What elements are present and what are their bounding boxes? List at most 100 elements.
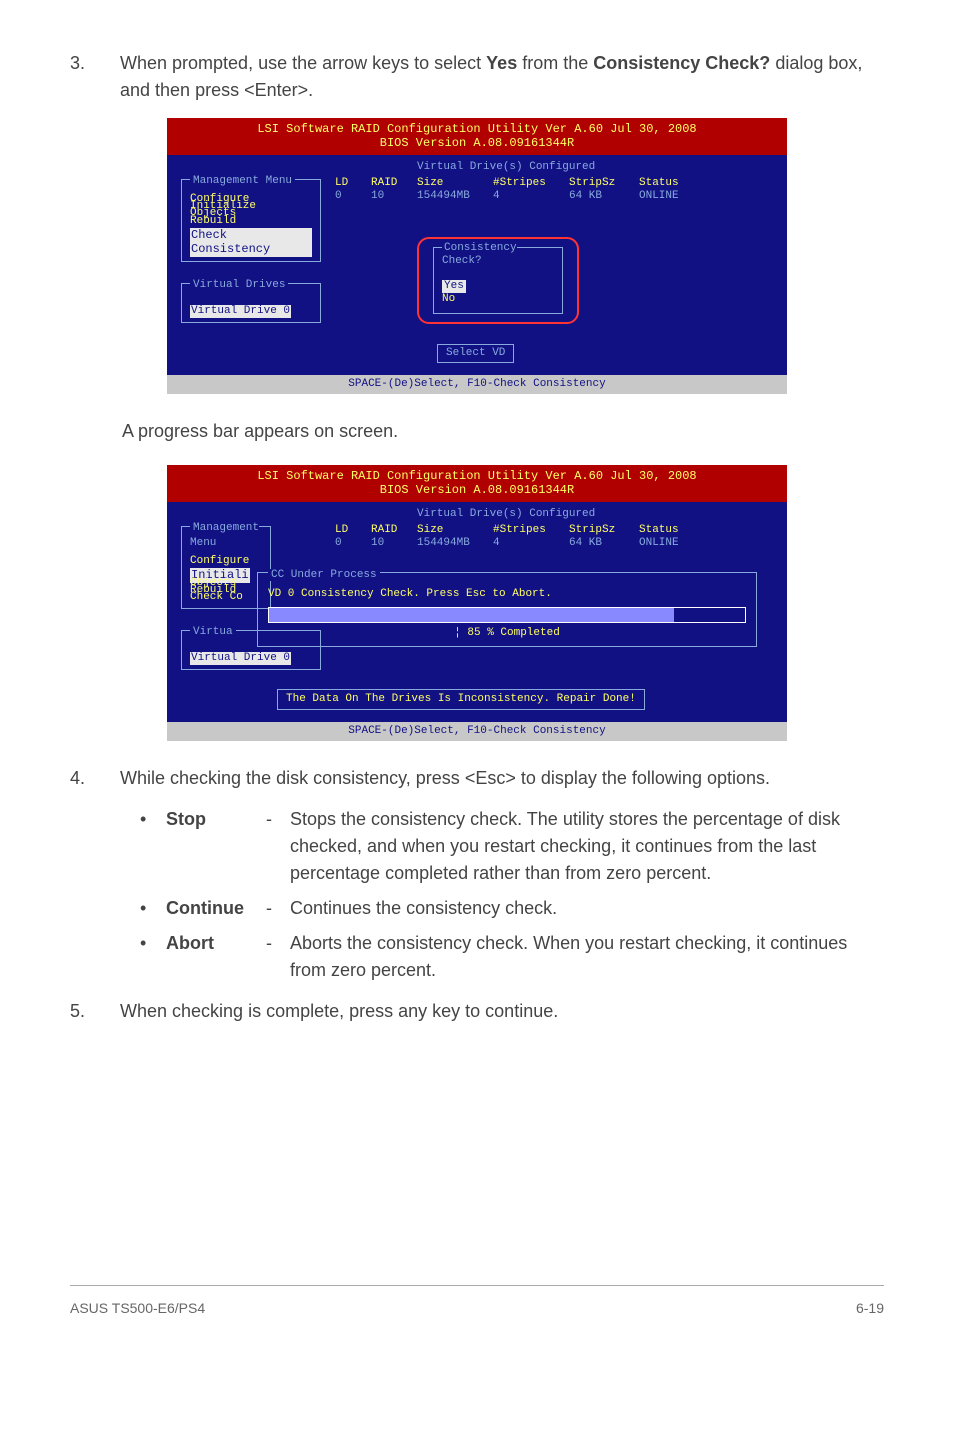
- dlg-no: No: [442, 293, 554, 306]
- footer-left: ASUS TS500-E6/PS4: [70, 1298, 205, 1319]
- dash: -: [266, 806, 290, 887]
- bullet: •: [140, 895, 166, 922]
- vd-title: Virtual Drives: [190, 279, 288, 291]
- table-row: 010154494MB464 KBONLINE: [335, 190, 699, 203]
- progress-percent: ¦ 85 % Completed: [268, 627, 746, 640]
- vd-item: Virtual Drive 0: [190, 652, 291, 665]
- dlg-yes: Yes: [442, 280, 466, 293]
- bios-screenshot-2: LSI Software RAID Configuration Utility …: [167, 465, 787, 741]
- bios-title: LSI Software RAID Configuration Utility …: [167, 122, 787, 136]
- virtual-drives-box: Virtual Drives Virtual Drive 0: [181, 283, 321, 323]
- table-header: LDRAIDSize#StripesStripSzStatus: [335, 524, 699, 537]
- opt-name: Abort: [166, 930, 266, 984]
- th: RAID: [371, 524, 417, 537]
- td: 64 KB: [569, 537, 639, 550]
- bios-title: LSI Software RAID Configuration Utility …: [167, 469, 787, 483]
- name: Continue: [166, 898, 244, 918]
- progress-box: CC Under Process VD 0 Consistency Check.…: [257, 572, 757, 648]
- progress-title: CC Under Process: [268, 569, 380, 581]
- option-stop: • Stop - Stops the consistency check. Th…: [140, 806, 884, 887]
- th: #Stripes: [493, 524, 569, 537]
- progress-bar: [268, 607, 746, 623]
- td: ONLINE: [639, 537, 699, 550]
- t: from the: [517, 53, 593, 73]
- vd-item: Virtual Drive 0: [190, 305, 291, 318]
- th: Status: [639, 177, 699, 190]
- th: #Stripes: [493, 177, 569, 190]
- bios-footer: SPACE-(De)Select, F10-Check Consistency: [167, 375, 787, 394]
- td: 10: [371, 537, 417, 550]
- t: When prompted, use the arrow keys to sel…: [120, 53, 486, 73]
- bios-header: LSI Software RAID Configuration Utility …: [167, 465, 787, 502]
- td: 154494MB: [417, 537, 493, 550]
- bios-subtitle: BIOS Version A.08.09161344R: [167, 483, 787, 497]
- step-4: 4. While checking the disk consistency, …: [70, 765, 884, 792]
- td: 4: [493, 537, 569, 550]
- th: Status: [639, 524, 699, 537]
- bios-body: Management Menu Configure Initiali Objec…: [167, 502, 787, 722]
- menu-item: Configure: [190, 555, 262, 568]
- cc-word: Consistency Check?: [593, 53, 770, 73]
- repair-message: The Data On The Drives Is Inconsistency.…: [277, 689, 645, 710]
- th: LD: [335, 177, 371, 190]
- vd-table: LDRAIDSize#StripesStripSzStatus 01015449…: [335, 524, 699, 550]
- td: 4: [493, 190, 569, 203]
- td: ONLINE: [639, 190, 699, 203]
- step-text: When checking is complete, press any key…: [120, 998, 884, 1025]
- step-text: While checking the disk consistency, pre…: [120, 765, 884, 792]
- opt-name: Stop: [166, 806, 266, 887]
- td: 0: [335, 190, 371, 203]
- bullet: •: [140, 806, 166, 887]
- td: 10: [371, 190, 417, 203]
- td: 64 KB: [569, 190, 639, 203]
- bios-body: Management Menu Configure Initialize Obj…: [167, 155, 787, 375]
- th: Size: [417, 524, 493, 537]
- opt-text: Stops the consistency check. The utility…: [290, 806, 884, 887]
- step-number: 4.: [70, 765, 120, 792]
- cfg-title: Virtual Drive(s) Configured: [417, 161, 595, 174]
- name: Abort: [166, 933, 214, 953]
- bios-header: LSI Software RAID Configuration Utility …: [167, 118, 787, 155]
- consistency-dialog: Consistency Check? Yes No: [433, 247, 563, 314]
- table-header: LDRAIDSize#StripesStripSzStatus: [335, 177, 699, 190]
- dlg-title: Consistency Check?: [442, 242, 517, 267]
- name: Stop: [166, 809, 206, 829]
- option-continue: • Continue - Continues the consistency c…: [140, 895, 884, 922]
- vd-title: Virtua: [190, 626, 236, 638]
- td: 154494MB: [417, 190, 493, 203]
- bios-footer: SPACE-(De)Select, F10-Check Consistency: [167, 722, 787, 741]
- th: LD: [335, 524, 371, 537]
- select-vd-box: Select VD: [437, 344, 514, 363]
- bios-screenshot-1: LSI Software RAID Configuration Utility …: [167, 118, 787, 394]
- vd-table: LDRAIDSize#StripesStripSzStatus 01015449…: [335, 177, 699, 203]
- dash: -: [266, 930, 290, 984]
- menu-title: Management Menu: [190, 522, 259, 549]
- page-footer: ASUS TS500-E6/PS4 6-19: [70, 1285, 884, 1319]
- option-abort: • Abort - Aborts the consistency check. …: [140, 930, 884, 984]
- td: 0: [335, 537, 371, 550]
- dash: -: [266, 895, 290, 922]
- opt-text: Aborts the consistency check. When you r…: [290, 930, 884, 984]
- step-text: When prompted, use the arrow keys to sel…: [120, 50, 884, 104]
- opt-name: Continue: [166, 895, 266, 922]
- step-number: 5.: [70, 998, 120, 1025]
- bullet: •: [140, 930, 166, 984]
- table-row: 010154494MB464 KBONLINE: [335, 537, 699, 550]
- step-5: 5. When checking is complete, press any …: [70, 998, 884, 1025]
- step-number: 3.: [70, 50, 120, 104]
- footer-right: 6-19: [856, 1298, 884, 1319]
- yes-word: Yes: [486, 53, 517, 73]
- menu-item-selected: Check Consistency: [190, 228, 312, 257]
- opt-text: Continues the consistency check.: [290, 895, 884, 922]
- progress-text: VD 0 Consistency Check. Press Esc to Abo…: [268, 588, 746, 601]
- menu-item: Check Co: [190, 591, 262, 604]
- th: StripSz: [569, 177, 639, 190]
- cfg-title: Virtual Drive(s) Configured: [417, 508, 595, 521]
- menu-item: Rebuild: [190, 215, 312, 228]
- th: Size: [417, 177, 493, 190]
- bios-subtitle: BIOS Version A.08.09161344R: [167, 136, 787, 150]
- menu-title: Management Menu: [190, 175, 295, 187]
- sub-text: A progress bar appears on screen.: [122, 418, 884, 445]
- progress-fill: [269, 608, 674, 622]
- th: RAID: [371, 177, 417, 190]
